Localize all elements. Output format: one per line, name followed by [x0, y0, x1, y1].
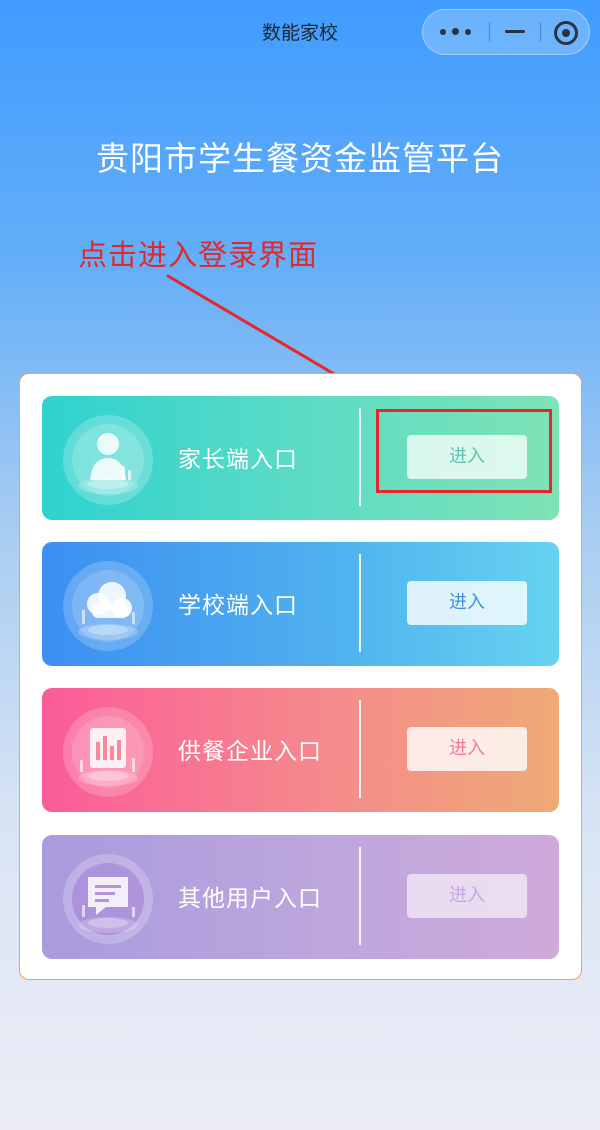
other-user-entry-label: 其他用户入口 — [178, 886, 322, 912]
close-target-icon[interactable] — [541, 10, 589, 54]
more-icon[interactable] — [423, 10, 489, 54]
other-user-entry-card: 其他用户入口 进入 — [42, 835, 559, 959]
school-entry-card: 学校端入口 进入 — [42, 542, 559, 666]
parent-entry-card: 家长端入口 进入 — [42, 396, 559, 520]
other-user-message-icon — [62, 853, 154, 945]
parent-entry-label: 家长端入口 — [178, 447, 298, 473]
platform-title: 贵阳市学生餐资金监管平台 — [96, 139, 504, 178]
supplier-entry-card: 供餐企业入口 进入 — [42, 688, 559, 812]
supplier-entry-label: 供餐企业入口 — [178, 739, 322, 765]
card-divider — [359, 847, 361, 945]
title-bar: 数能家校 — [0, 0, 600, 64]
school-enter-button[interactable]: 进入 — [407, 581, 527, 625]
minimize-icon[interactable] — [490, 10, 540, 54]
annotation-text: 点击进入登录界面 — [78, 238, 319, 272]
mini-program-capsule — [422, 9, 590, 55]
school-entry-label: 学校端入口 — [178, 593, 298, 619]
card-divider — [359, 408, 361, 506]
supplier-enter-button[interactable]: 进入 — [407, 727, 527, 771]
parent-enter-button[interactable]: 进入 — [407, 435, 527, 479]
card-divider — [359, 700, 361, 798]
supplier-chart-icon — [62, 706, 154, 798]
other-user-enter-button[interactable]: 进入 — [407, 874, 527, 918]
card-divider — [359, 554, 361, 652]
school-cloud-icon — [62, 560, 154, 652]
parent-avatar-icon — [62, 414, 154, 506]
